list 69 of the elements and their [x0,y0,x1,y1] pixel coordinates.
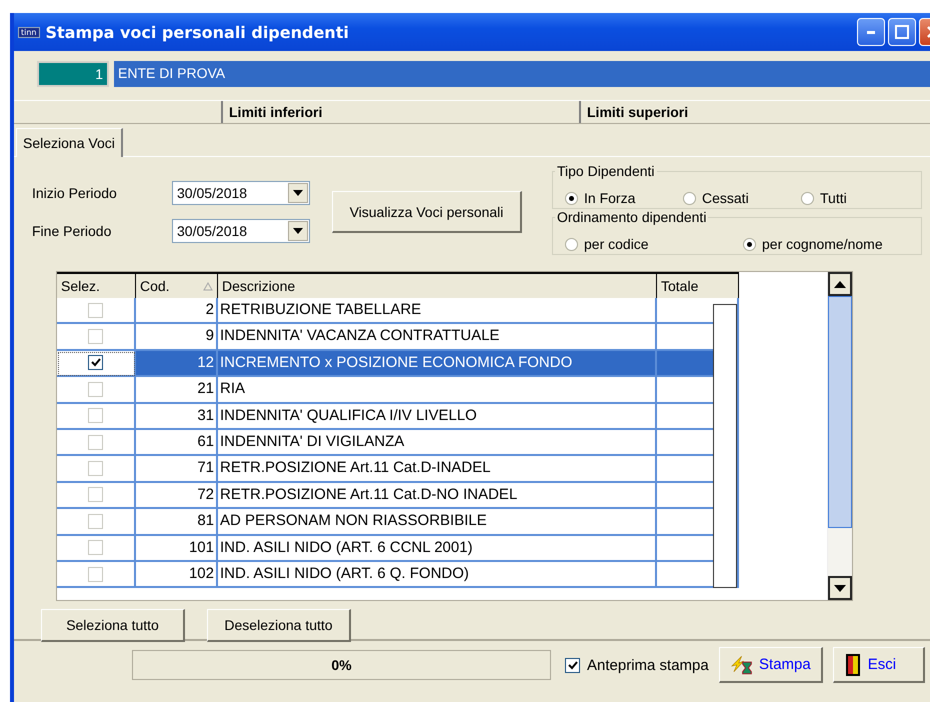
column-header[interactable]: Totale [657,272,739,299]
scrollbar[interactable] [827,272,852,600]
table-cell: 2 [136,298,218,324]
radio-option[interactable]: Cessati [683,188,801,208]
field-label: Fine Periodo [32,223,112,239]
table-cell: 21 [136,377,218,404]
table-cell: INCREMENTO x POSIZIONE ECONOMICA FONDO [218,350,657,378]
table-cell: RIA [218,377,657,404]
tab[interactable]: Seleziona Voci [16,128,123,157]
field-label: Inizio Periodo [32,185,118,201]
radio-option[interactable]: Tutti [801,188,919,208]
select-button[interactable]: Seleziona tutto [41,609,185,642]
table-cell: 101 [136,536,218,562]
company-code: 1 [37,61,109,87]
radio-option[interactable]: per cognome/nome [743,234,921,254]
column-header[interactable]: Cod. [136,272,218,299]
group-title: Ordinamento dipendenti [555,209,708,225]
table-cell: IND. ASILI NIDO (ART. 6 Q. FONDO) [218,562,657,588]
window-title: Stampa voci personali dipendenti [46,22,350,42]
table-cell: INDENNITA' QUALIFICA I/IV LIVELLO [218,404,657,430]
checkmark-icon [568,660,578,670]
limits-heading: Limiti superiori [579,101,930,123]
progress-text: 0% [331,657,352,673]
radio-option[interactable]: per codice [565,234,743,254]
door-icon [844,652,862,676]
select-button[interactable]: Deseleziona tutto [207,609,351,642]
table-cell: INDENNITA' DI VIGILANZA [218,430,657,456]
table-cell: 81 [136,509,218,536]
down-arrow-icon [834,584,846,592]
table-cell: 12 [136,350,218,378]
up-arrow-icon [834,280,846,288]
limits-heading: Limiti inferiori [221,101,579,123]
scroll-thumb[interactable] [828,296,852,528]
minimize-button[interactable] [857,18,885,46]
show-items-button[interactable]: Visualizza Voci personali [332,191,522,233]
checkmark-icon [90,358,100,368]
dropdown-arrow [293,228,303,234]
scroll-up-button[interactable] [828,272,852,296]
group-title: Tipo Dipendenti [555,163,657,179]
table-cell: RETRIBUZIONE TABELLARE [218,298,657,324]
table-cell: RETR.POSIZIONE Art.11 Cat.D-INADEL [218,456,657,483]
dropdown-arrow [293,190,303,196]
table-cell: 72 [136,482,218,510]
table-cell: 61 [136,430,218,456]
table-cell: INDENNITA' VACANZA CONTRATTUALE [218,324,657,351]
table-cell: AD PERSONAM NON RIASSORBIBILE [218,509,657,536]
table-cell: RETR.POSIZIONE Art.11 Cat.D-NO INADEL [218,482,657,510]
row-checkbox[interactable] [88,355,103,370]
table-cell: 31 [136,404,218,430]
table-cell: 9 [136,324,218,351]
date-dropdown[interactable]: 30/05/2018 [172,181,310,205]
company-name: ENTE DI PROVA [114,61,930,87]
radio-option[interactable]: In Forza [565,188,683,208]
print-button[interactable]: Stampa [718,647,823,683]
maximize-button[interactable] [888,18,916,46]
table-cell: 102 [136,562,218,588]
minimize-icon [867,30,875,34]
preview-checkbox[interactable]: Anteprima stampa [565,656,709,674]
scroll-down-button[interactable] [828,576,852,600]
table-cell: IND. ASILI NIDO (ART. 6 CCNL 2001) [218,536,657,562]
maximize-icon [895,25,909,39]
app-badge: tinn [18,26,40,38]
column-header[interactable]: Descrizione [218,272,657,299]
exit-button[interactable]: Esci [832,647,925,683]
table-cell: 71 [136,456,218,483]
date-dropdown[interactable]: 30/05/2018 [172,219,310,243]
column-header[interactable]: Selez. [57,272,136,299]
sort-icon [203,282,213,290]
hourglass-icon [730,654,754,676]
